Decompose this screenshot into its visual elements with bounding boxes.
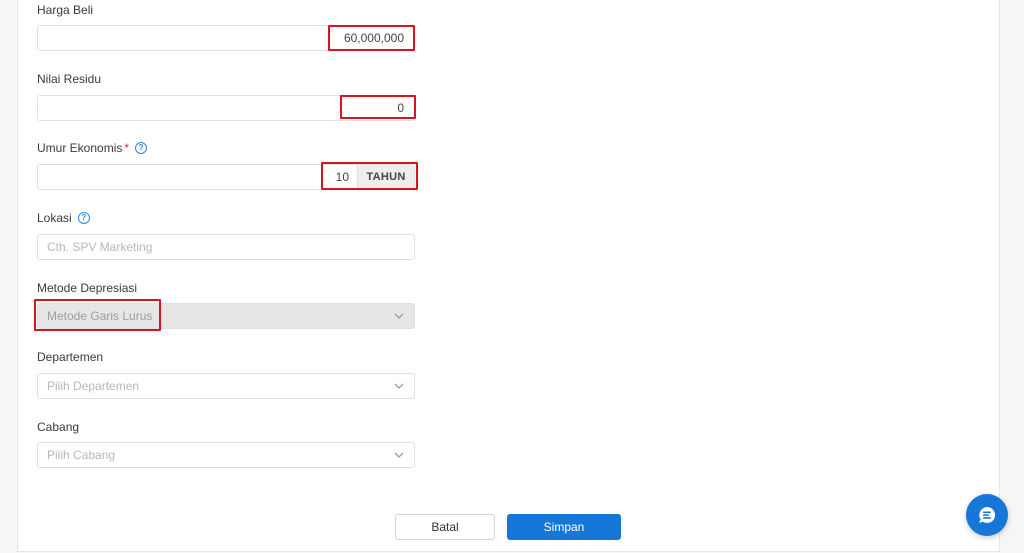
save-button[interactable]: Simpan bbox=[507, 514, 621, 540]
residual-value-input[interactable]: 0 bbox=[37, 95, 415, 121]
location-label: Lokasi ? bbox=[37, 211, 90, 225]
residual-value-value: 0 bbox=[397, 101, 404, 115]
location-input[interactable]: Cth. SPV Marketing bbox=[37, 234, 415, 260]
department-select[interactable]: Pilih Departemen bbox=[37, 373, 415, 399]
chevron-down-icon bbox=[394, 383, 404, 389]
question-circle-icon[interactable]: ? bbox=[77, 212, 90, 224]
depreciation-method-value: Metode Garis Lurus bbox=[47, 309, 153, 323]
depreciation-method-label: Metode Depresiasi bbox=[37, 281, 138, 295]
question-circle-icon[interactable]: ? bbox=[135, 142, 148, 154]
department-placeholder: Pilih Departemen bbox=[47, 379, 140, 393]
chat-button[interactable] bbox=[966, 494, 1008, 536]
economic-life-value: 10 bbox=[335, 170, 349, 184]
depreciation-method-select[interactable]: Metode Garis Lurus bbox=[37, 303, 415, 329]
economic-life-unit: TAHUN bbox=[357, 165, 414, 189]
purchase-price-label: Harga Beli bbox=[37, 3, 94, 17]
chat-bubble-icon bbox=[979, 506, 996, 523]
cancel-button[interactable]: Batal bbox=[395, 514, 495, 540]
residual-value-label: Nilai Residu bbox=[37, 72, 102, 86]
location-placeholder: Cth. SPV Marketing bbox=[47, 240, 153, 254]
branch-select[interactable]: Pilih Cabang bbox=[37, 442, 415, 468]
branch-placeholder: Pilih Cabang bbox=[47, 448, 116, 462]
economic-life-input[interactable]: 10 TAHUN bbox=[37, 164, 415, 190]
branch-label: Cabang bbox=[37, 420, 80, 434]
required-mark: * bbox=[124, 141, 130, 155]
economic-life-label: Umur Ekonomis * ? bbox=[37, 141, 148, 155]
department-label: Departemen bbox=[37, 350, 104, 364]
chevron-down-icon bbox=[394, 452, 404, 458]
form-card bbox=[17, 0, 1000, 552]
purchase-price-value: 60,000,000 bbox=[343, 31, 404, 45]
purchase-price-input[interactable]: 60,000,000 bbox=[37, 25, 415, 51]
chevron-down-icon bbox=[394, 313, 404, 319]
